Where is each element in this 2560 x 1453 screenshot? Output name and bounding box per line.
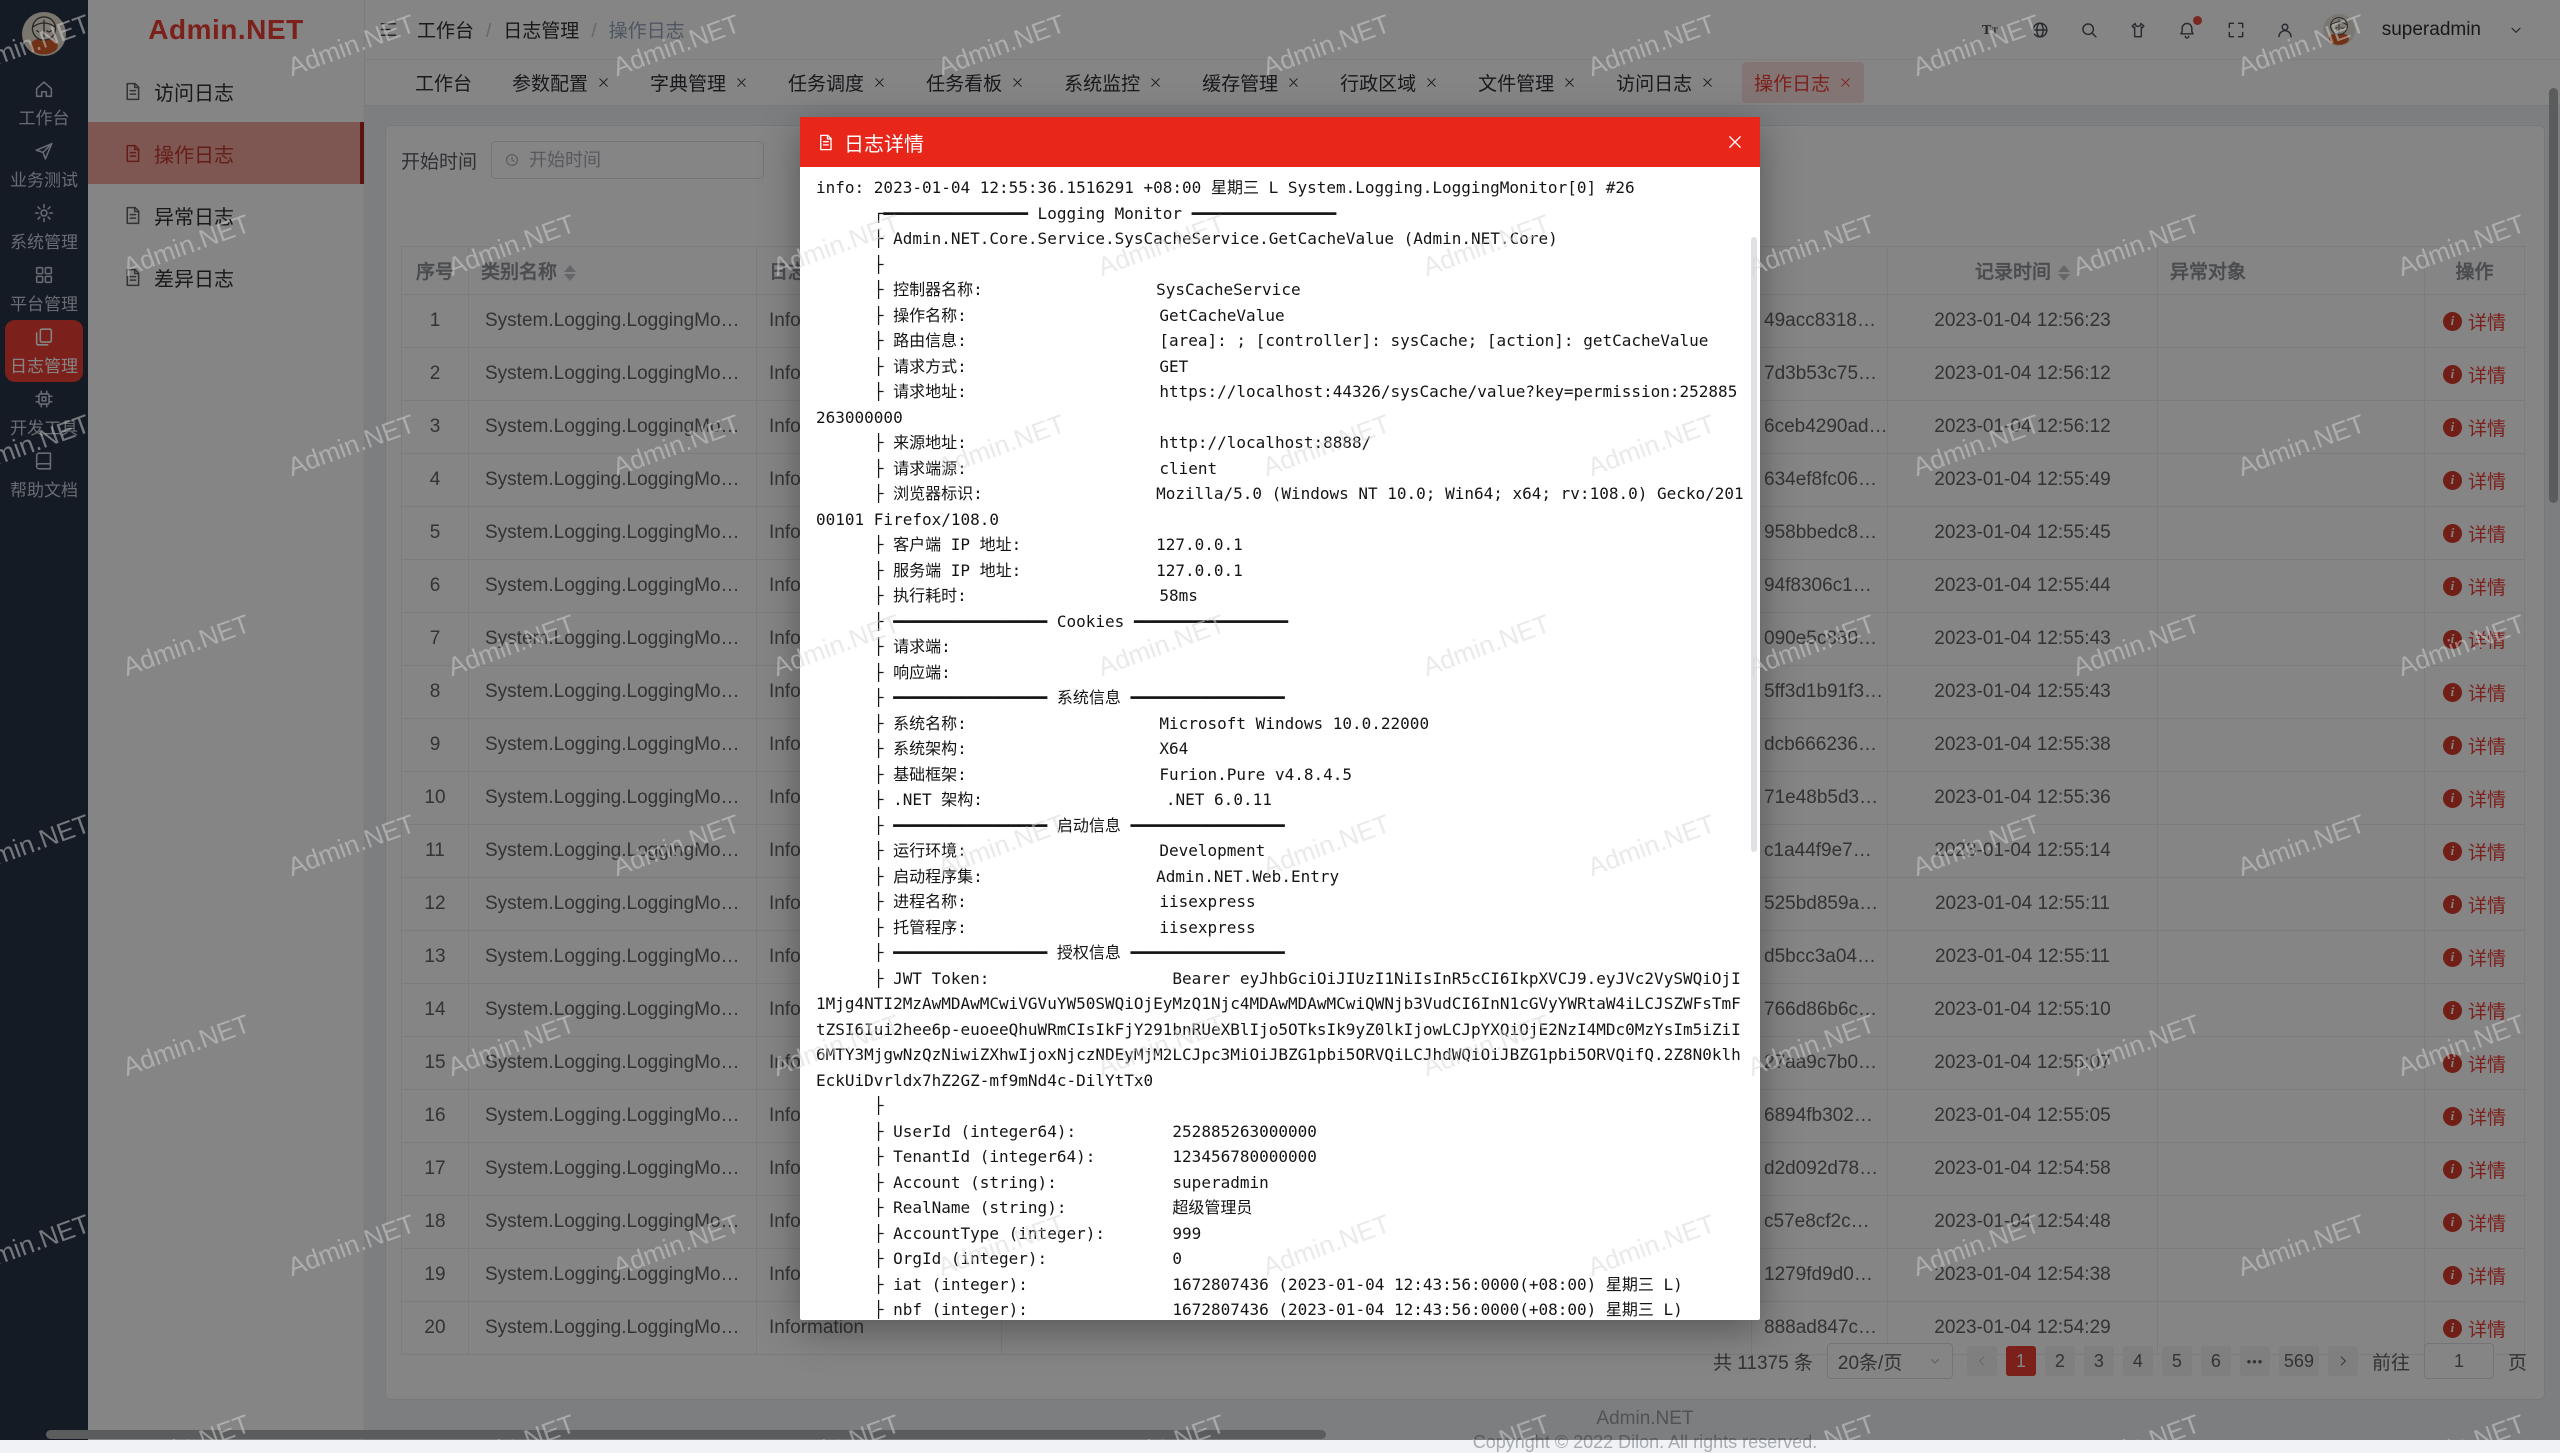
- document-icon: [816, 133, 835, 152]
- log-detail-dialog: 日志详情 info: 2023-01-04 12:55:36.1516291 +…: [800, 117, 1760, 1320]
- close-icon[interactable]: [1726, 133, 1744, 151]
- dialog-body: info: 2023-01-04 12:55:36.1516291 +08:00…: [800, 167, 1760, 1320]
- dialog-scrollbar[interactable]: [1751, 237, 1757, 852]
- log-text: info: 2023-01-04 12:55:36.1516291 +08:00…: [816, 175, 1744, 1320]
- dialog-title: 日志详情: [844, 128, 924, 157]
- dialog-header: 日志详情: [800, 117, 1760, 167]
